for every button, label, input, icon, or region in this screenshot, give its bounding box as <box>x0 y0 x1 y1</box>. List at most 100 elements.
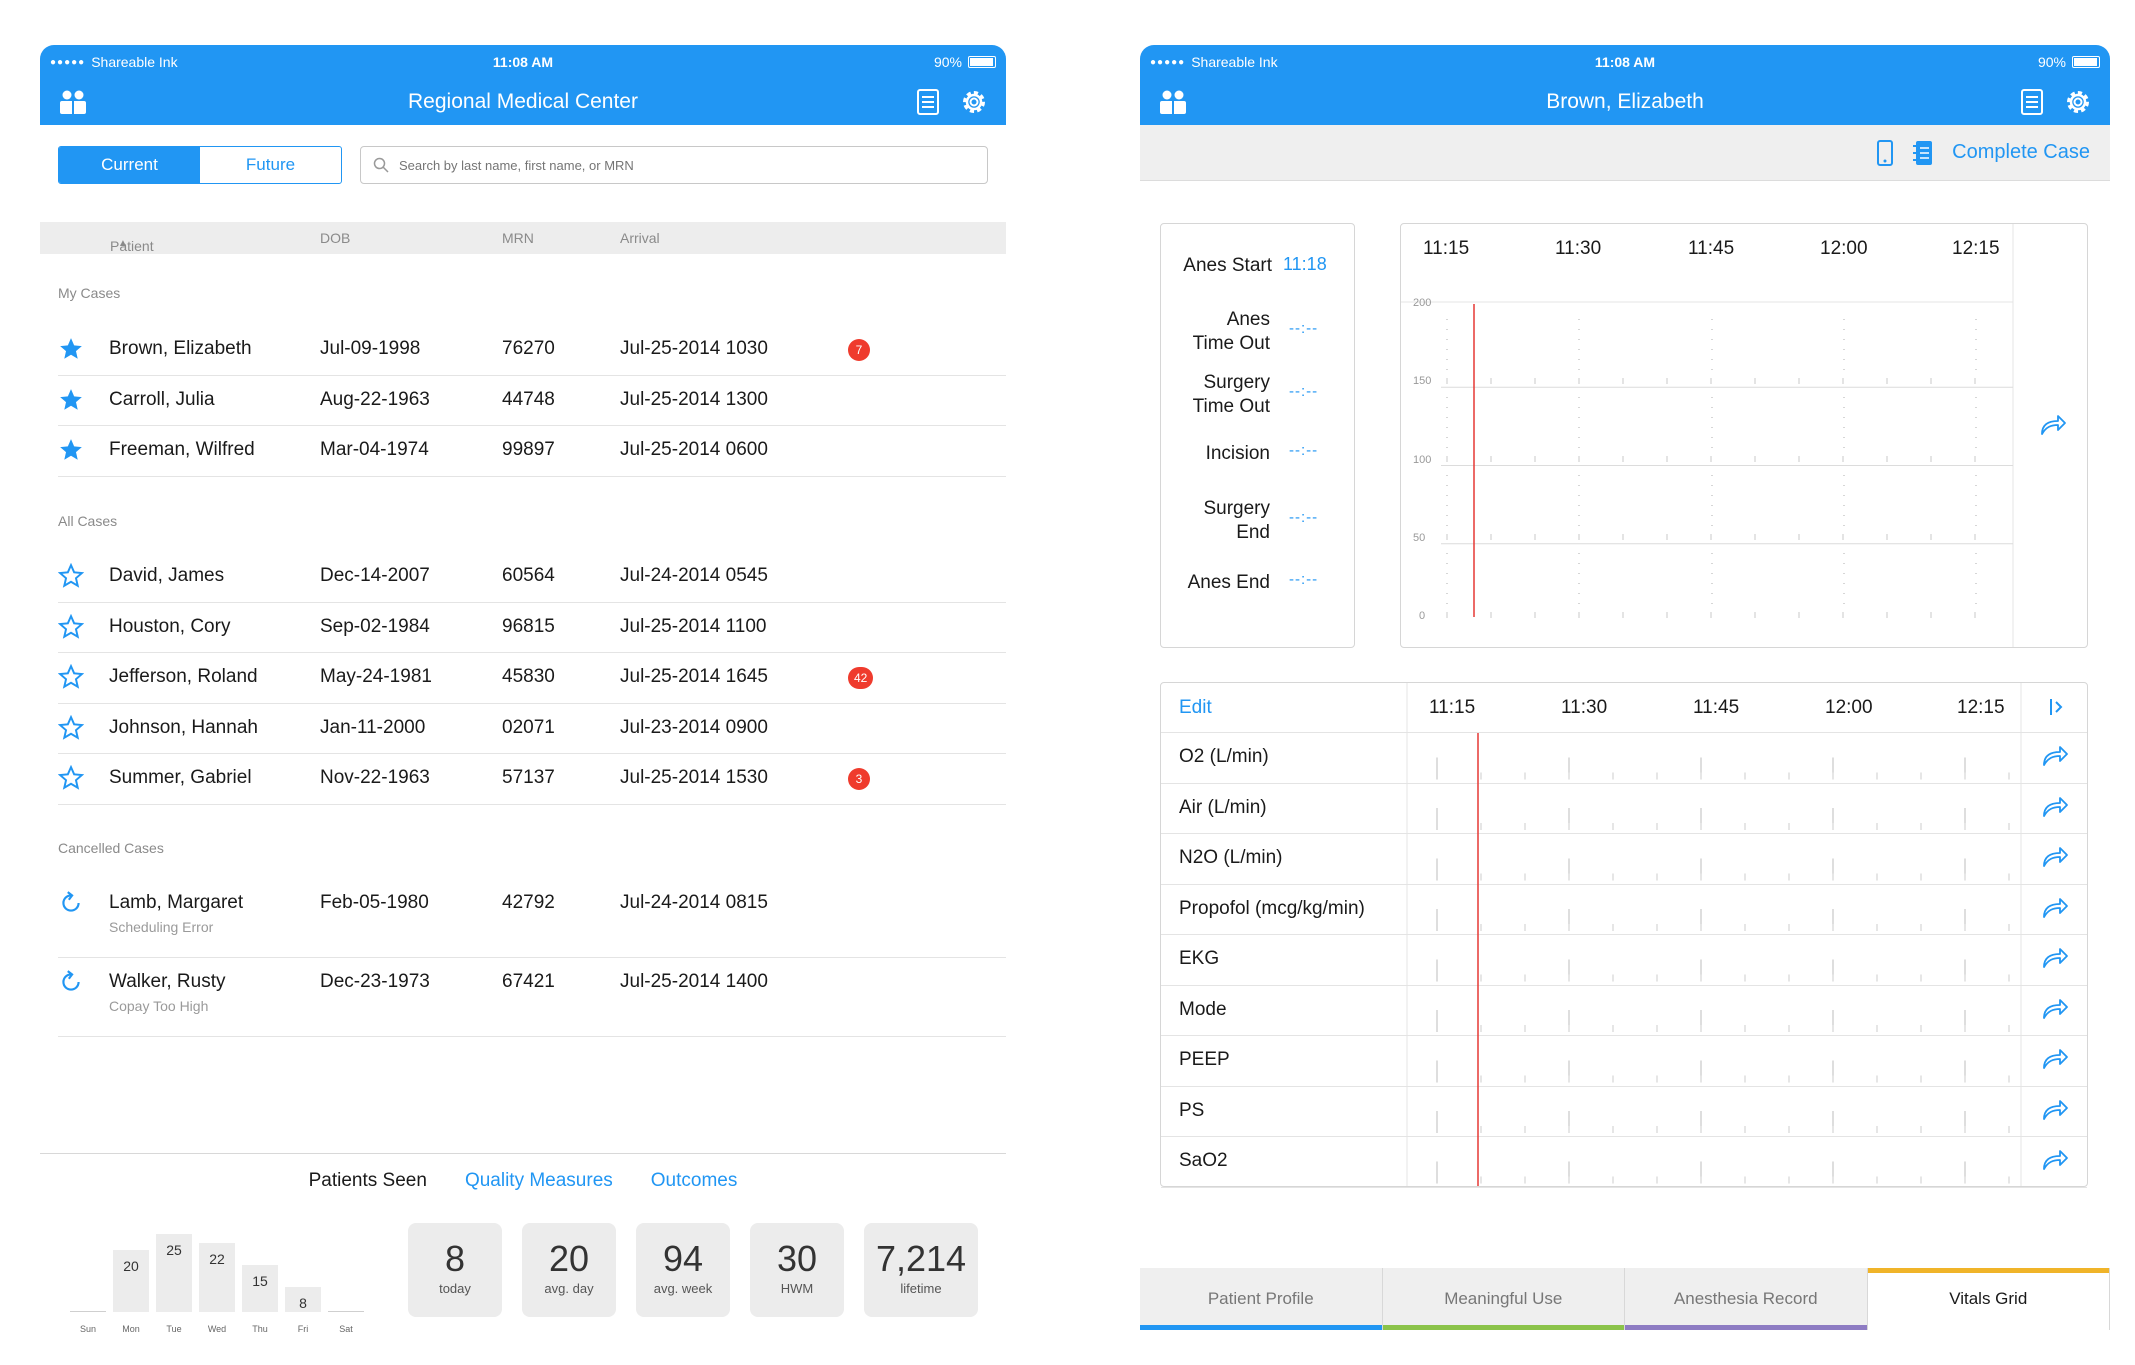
case-row[interactable]: Jefferson, Roland May-24-1981 45830 Jul-25-… <box>57 653 1006 704</box>
expand-icon[interactable] <box>2049 697 2065 722</box>
tab-patient-profile[interactable]: Patient Profile <box>1140 1268 1383 1330</box>
star-outline-icon[interactable] <box>57 562 85 594</box>
nav-bar: Brown, Elizabeth <box>1140 79 2110 125</box>
bottom-tab-bar: Patient Profile Meaningful Use Anesthesia … <box>1140 1268 2110 1330</box>
case-row[interactable]: Walker, Rusty Dec-23-1973 67421 Jul-25-2014… <box>58 958 1006 1037</box>
notebook-icon[interactable] <box>1912 139 1934 167</box>
search-input[interactable] <box>399 157 975 173</box>
segment-future[interactable]: Future <box>200 147 341 183</box>
share-arrow-icon[interactable] <box>2041 1149 2069 1176</box>
case-row[interactable]: Brown, Elizabeth Jul-09-1998 76270 Jul-25-2… <box>58 325 1006 376</box>
star-outline-icon[interactable] <box>57 663 85 695</box>
complete-case-button[interactable]: Complete Case <box>1952 141 2090 164</box>
segment-current[interactable]: Current <box>59 147 200 183</box>
share-arrow-icon[interactable] <box>2041 1048 2069 1075</box>
case-row[interactable]: Houston, Cory Sep-02-1984 96815 Jul-25-2014… <box>57 603 1006 653</box>
team-icon[interactable] <box>58 89 88 115</box>
event-label: Anes End <box>1187 572 1270 593</box>
vitals-row[interactable]: SaO2 <box>1161 1137 2087 1188</box>
restore-icon[interactable] <box>58 969 84 1000</box>
event-time[interactable]: --:-- <box>1289 571 1318 588</box>
patient-dob: Jul-09-1998 <box>320 338 421 359</box>
timeline-time-label: 11:45 <box>1688 238 1735 259</box>
star-filled-icon[interactable] <box>58 387 84 418</box>
section-all-cases: All Cases <box>58 513 118 529</box>
grid-time-label: 11:15 <box>1429 697 1476 718</box>
star-outline-icon[interactable] <box>57 714 85 746</box>
gear-icon[interactable] <box>960 88 988 116</box>
signal-icon: ●●●●● <box>1150 56 1186 68</box>
event-time[interactable]: 11:18 <box>1283 254 1327 275</box>
share-arrow-icon[interactable] <box>2041 1099 2069 1126</box>
column-arrival[interactable]: Arrival <box>620 230 660 246</box>
stat-card: 8 today <box>408 1223 502 1317</box>
tab-patients-seen[interactable]: Patients Seen <box>309 1170 427 1192</box>
patient-dob: Mar-04-1974 <box>320 439 429 460</box>
event-time[interactable]: --:-- <box>1289 383 1318 400</box>
stat-label: today <box>439 1281 471 1296</box>
column-dob[interactable]: DOB <box>320 230 350 246</box>
star-filled-icon[interactable] <box>58 336 84 367</box>
edit-button[interactable]: Edit <box>1179 697 1212 719</box>
case-row[interactable]: Lamb, Margaret Feb-05-1980 42792 Jul-24-201… <box>58 879 1006 958</box>
case-row[interactable]: Summer, Gabriel Nov-22-1963 57137 Jul-25-20… <box>57 754 1006 805</box>
share-arrow-icon[interactable] <box>2041 998 2069 1025</box>
vitals-row[interactable]: EKG <box>1161 935 2087 986</box>
vitals-row[interactable]: PS <box>1161 1087 2087 1137</box>
tab-meaningful-use[interactable]: Meaningful Use <box>1382 1268 1625 1330</box>
case-row[interactable]: Johnson, Hannah Jan-11-2000 02071 Jul-23-20… <box>57 704 1006 754</box>
star-outline-icon[interactable] <box>57 613 85 645</box>
star-filled-icon[interactable] <box>58 437 84 468</box>
event-time[interactable]: --:-- <box>1289 509 1318 526</box>
vitals-row-label: SaO2 <box>1179 1150 1228 1171</box>
case-row[interactable]: David, James Dec-14-2007 60564 Jul-24-2014 … <box>57 552 1006 603</box>
patient-mrn: 02071 <box>502 716 555 738</box>
share-arrow-icon[interactable] <box>2041 897 2069 924</box>
event-time[interactable]: --:-- <box>1289 320 1318 337</box>
document-icon[interactable] <box>916 88 940 116</box>
patient-name: Carroll, Julia <box>109 388 215 410</box>
vitals-row-label: O2 (L/min) <box>1179 746 1269 767</box>
vitals-row[interactable]: N2O (L/min) <box>1161 834 2087 885</box>
table-header: Patient ▲ DOB MRN Arrival <box>40 222 1006 254</box>
vitals-row-label: N2O (L/min) <box>1179 847 1283 868</box>
notification-badge: 3 <box>848 768 870 790</box>
share-arrow-icon[interactable] <box>2039 414 2067 441</box>
y-axis-label: 0 <box>1419 610 1426 622</box>
bar-value-label: 8 <box>299 1295 307 1312</box>
stat-card: 20 avg. day <box>522 1223 616 1317</box>
share-arrow-icon[interactable] <box>2041 846 2069 873</box>
vitals-row[interactable]: Air (L/min) <box>1161 784 2087 834</box>
stat-label: HWM <box>780 1281 814 1296</box>
vitals-row[interactable]: PEEP <box>1161 1036 2087 1087</box>
patient-mrn: 57137 <box>502 767 555 788</box>
gear-icon[interactable] <box>2064 88 2092 116</box>
y-axis-label: 200 <box>1413 297 1432 309</box>
search-box[interactable] <box>360 146 988 184</box>
star-outline-icon[interactable] <box>57 764 85 796</box>
case-row[interactable]: Freeman, Wilfred Mar-04-1974 99897 Jul-25-2… <box>58 426 1006 477</box>
event-time[interactable]: --:-- <box>1289 442 1318 459</box>
section-cancelled-cases: Cancelled Cases <box>58 840 164 856</box>
column-mrn[interactable]: MRN <box>502 230 534 246</box>
share-arrow-icon[interactable] <box>2041 745 2069 772</box>
share-arrow-icon[interactable] <box>2041 947 2069 974</box>
vitals-row[interactable]: Propofol (mcg/kg/min) <box>1161 885 2087 935</box>
restore-icon[interactable] <box>58 890 84 921</box>
vitals-row[interactable]: O2 (L/min) <box>1161 733 2087 784</box>
team-icon[interactable] <box>1158 89 1188 115</box>
patient-mrn: 96815 <box>502 615 555 637</box>
vitals-row[interactable]: Mode <box>1161 986 2087 1036</box>
case-row[interactable]: Carroll, Julia Aug-22-1963 44748 Jul-25-201… <box>58 376 1006 426</box>
share-arrow-icon[interactable] <box>2041 796 2069 823</box>
day-label: Sat <box>339 1324 353 1334</box>
patient-name: Lamb, Margaret <box>109 892 244 913</box>
tablet-icon[interactable] <box>1876 139 1894 167</box>
tab-quality-measures[interactable]: Quality Measures <box>465 1170 613 1192</box>
document-icon[interactable] <box>2020 88 2044 116</box>
tab-anesthesia-record[interactable]: Anesthesia Record <box>1625 1268 1868 1330</box>
tab-vitals-grid[interactable]: Vitals Grid <box>1867 1268 2110 1330</box>
tab-outcomes[interactable]: Outcomes <box>651 1170 738 1192</box>
vitals-row-label: Mode <box>1179 998 1227 1020</box>
divider <box>40 1153 1006 1154</box>
